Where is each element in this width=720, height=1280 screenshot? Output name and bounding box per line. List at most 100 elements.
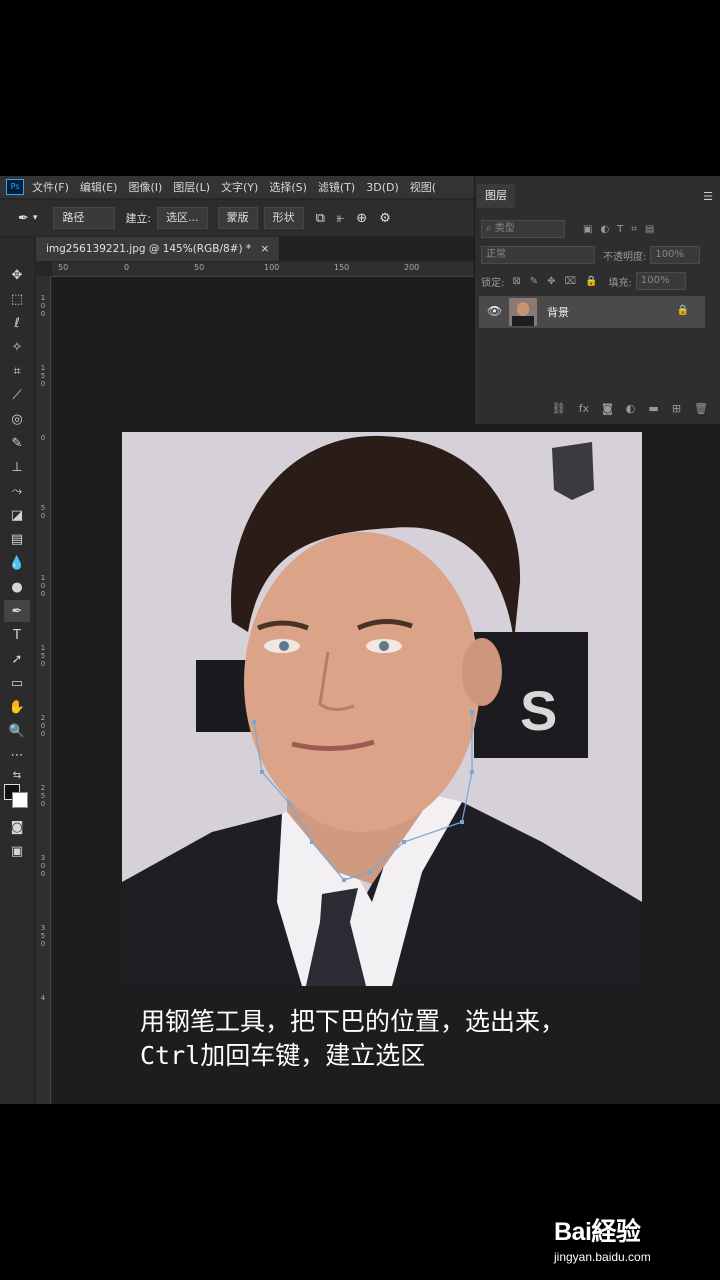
gear-icon[interactable]: ⚙	[379, 211, 391, 226]
ruler-tick-label: 0	[40, 660, 46, 668]
ruler-tick-label: 50	[58, 263, 69, 272]
ruler-tick-label: 50	[194, 263, 205, 272]
document-tab-bar: img256139221.jpg @ 145%(RGB/8#) * ×	[36, 237, 474, 261]
ruler-tick-label: 2	[40, 784, 46, 792]
crop-tool-icon[interactable]: ⌗	[4, 360, 30, 382]
path-operations-icon[interactable]: ⧉	[316, 211, 325, 226]
fill-field[interactable]: 100%	[635, 272, 686, 290]
screen-mode-icon[interactable]: ▣	[4, 840, 30, 862]
filter-type-label: 类型	[494, 223, 515, 234]
tools-panel: ✥ ⬚ ℓ ✧ ⌗ ⟋ ◎ ✎ ⊥ ⤳ ◪ ▤ 💧 ● ✒ T ➚ ▭ ✋ 🔍 …	[0, 238, 34, 1104]
blend-row: 正常 不透明度: 100%	[481, 246, 717, 264]
magic-wand-tool-icon[interactable]: ✧	[4, 336, 30, 358]
zoom-tool-icon[interactable]: 🔍	[4, 720, 30, 742]
menu-type[interactable]: 文字(Y)	[221, 179, 258, 195]
path-arrangement-icon[interactable]: ⊕	[356, 211, 367, 226]
ruler-tick-label: 0	[40, 582, 46, 590]
mask-icon[interactable]: ◙	[602, 402, 613, 415]
filter-type-select[interactable]: ⌕ 类型	[481, 220, 565, 238]
dodge-tool-icon[interactable]: ●	[4, 576, 30, 598]
watermark-url: jingyan.baidu.com	[554, 1250, 651, 1264]
ruler-tick-label: 0	[40, 862, 46, 870]
portrait-image: S	[122, 432, 642, 986]
ruler-tick-label: 3	[40, 924, 46, 932]
eyedropper-tool-icon[interactable]: ⟋	[4, 384, 30, 406]
close-icon[interactable]: ×	[261, 243, 270, 255]
horizontal-ruler: 50 0 50 100 150 200	[52, 262, 474, 277]
lock-icons[interactable]: ⊠✎✥⌧🔒	[512, 276, 606, 287]
stamp-tool-icon[interactable]: ⊥	[4, 456, 30, 478]
chevron-down-icon[interactable]: ▾	[33, 213, 38, 223]
blur-tool-icon[interactable]: 💧	[4, 552, 30, 574]
folder-icon[interactable]: ▬	[648, 402, 658, 415]
make-selection-button[interactable]: 选区...	[157, 207, 208, 229]
menu-filter[interactable]: 滤镜(T)	[318, 179, 355, 195]
brush-tool-icon[interactable]: ✎	[4, 432, 30, 454]
path-selection-tool-icon[interactable]: ➚	[4, 648, 30, 670]
tutorial-caption: 用钢笔工具，把下巴的位置，选出来， Ctrl加回车键，建立选区	[140, 1005, 680, 1073]
layer-thumbnail	[509, 298, 537, 326]
rectangle-tool-icon[interactable]: ▭	[4, 672, 30, 694]
ruler-tick-label: 0	[40, 380, 46, 388]
fx-icon[interactable]: fx	[579, 402, 589, 415]
adjustment-icon[interactable]: ◐	[626, 402, 636, 415]
new-layer-icon[interactable]: ⊞	[672, 402, 681, 415]
ruler-tick-label: 1	[40, 644, 46, 652]
menu-3d[interactable]: 3D(D)	[366, 181, 399, 194]
menu-edit[interactable]: 编辑(E)	[80, 179, 118, 195]
menu-select[interactable]: 选择(S)	[269, 179, 307, 195]
pen-tool-icon[interactable]: ✒	[4, 600, 30, 622]
history-brush-tool-icon[interactable]: ⤳	[4, 480, 30, 502]
blend-mode-select[interactable]: 正常	[481, 246, 595, 264]
healing-brush-tool-icon[interactable]: ◎	[4, 408, 30, 430]
menu-view[interactable]: 视图(	[410, 179, 436, 195]
quick-mask-icon[interactable]: ◙	[4, 816, 30, 838]
gradient-tool-icon[interactable]: ▤	[4, 528, 30, 550]
menu-layer[interactable]: 图层(L)	[173, 179, 210, 195]
filter-icons[interactable]: ▣◐T⌗▤	[583, 224, 662, 235]
more-tools-icon[interactable]: ⋯	[4, 744, 30, 766]
make-mask-button[interactable]: 蒙版	[217, 207, 258, 229]
layer-name: 背景	[547, 306, 569, 319]
trash-icon[interactable]: 🗑	[694, 402, 708, 415]
lock-row: 锁定: ⊠✎✥⌧🔒 填充: 100%	[481, 272, 717, 290]
eraser-tool-icon[interactable]: ◪	[4, 504, 30, 526]
document-tab-title: img256139221.jpg @ 145%(RGB/8#) *	[46, 243, 252, 255]
background-color-swatch[interactable]	[12, 792, 28, 808]
eye-icon[interactable]: 👁	[487, 304, 502, 318]
ruler-tick-label: 0	[40, 434, 46, 442]
path-alignment-icon[interactable]: ⫦	[337, 211, 344, 226]
ruler-tick-label: 0	[124, 263, 130, 272]
ruler-tick-label: 5	[40, 932, 46, 940]
ruler-tick-label: 0	[40, 870, 46, 878]
ruler-tick-label: 0	[40, 302, 46, 310]
opacity-label: 不透明度:	[603, 251, 647, 263]
ruler-tick-label: 5	[40, 792, 46, 800]
menu-image[interactable]: 图像(I)	[128, 179, 162, 195]
ruler-tick-label: 5	[40, 652, 46, 660]
pen-tool-preset-icon[interactable]: ✒	[18, 211, 29, 226]
document-photo[interactable]: S	[122, 432, 642, 986]
lasso-tool-icon[interactable]: ℓ	[4, 312, 30, 334]
panel-menu-icon[interactable]: ☰	[703, 190, 713, 203]
opacity-field[interactable]: 100%	[650, 246, 701, 264]
swap-colors-icon[interactable]: ⇆	[4, 764, 30, 786]
ruler-tick-label: 200	[404, 263, 420, 272]
make-shape-button[interactable]: 形状	[263, 207, 304, 229]
ruler-tick-label: 0	[40, 800, 46, 808]
lock-label: 锁定:	[481, 277, 505, 289]
watermark-logo: Bai経验	[554, 1218, 641, 1246]
menu-file[interactable]: 文件(F)	[32, 179, 69, 195]
marquee-tool-icon[interactable]: ⬚	[4, 288, 30, 310]
type-tool-icon[interactable]: T	[4, 624, 30, 646]
layer-row-background[interactable]: 👁 背景 🔒	[479, 296, 705, 328]
caption-line-1: 用钢笔工具，把下巴的位置，选出来，	[140, 1007, 566, 1036]
layers-panel-tab[interactable]: 图层	[477, 184, 515, 208]
document-tab[interactable]: img256139221.jpg @ 145%(RGB/8#) * ×	[36, 237, 280, 261]
move-tool-icon[interactable]: ✥	[4, 264, 30, 286]
link-icon[interactable]: ⛓	[552, 402, 566, 415]
ruler-tick-label: 150	[334, 263, 350, 272]
hand-tool-icon[interactable]: ✋	[4, 696, 30, 718]
path-mode-select[interactable]: 路径	[53, 207, 116, 229]
svg-text:S: S	[520, 679, 557, 742]
